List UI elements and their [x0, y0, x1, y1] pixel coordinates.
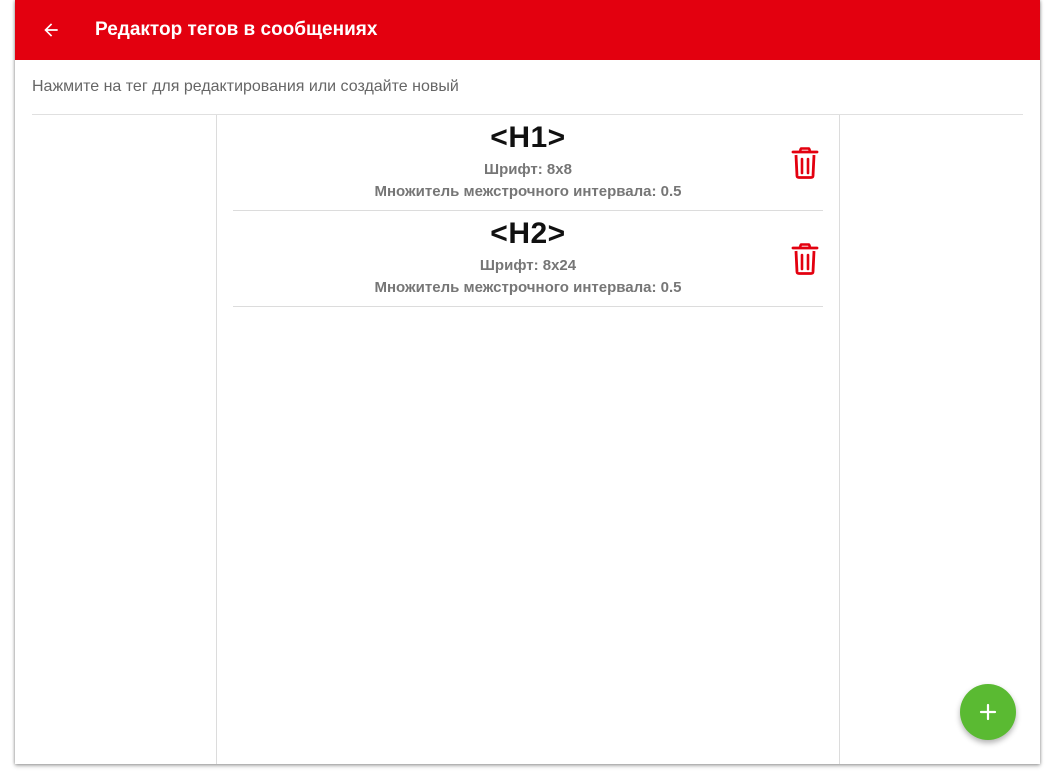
tag-line-spacing: Множитель межстрочного интервала: 0.5 — [374, 279, 682, 296]
tag-item-h1[interactable]: <H1> Шрифт: 8x8 Множитель межстрочного и… — [233, 115, 823, 211]
arrow-left-icon — [44, 23, 58, 37]
app-window: Редактор тегов в сообщениях Нажмите на т… — [15, 0, 1040, 764]
tag-list: <H1> Шрифт: 8x8 Множитель межстрочного и… — [216, 115, 840, 764]
page-title: Редактор тегов в сообщениях — [95, 19, 378, 40]
plus-icon — [979, 703, 997, 721]
tag-name: <H2> — [490, 217, 566, 250]
app-bar: Редактор тегов в сообщениях — [15, 0, 1040, 60]
trash-icon — [791, 147, 819, 179]
trash-icon — [791, 243, 819, 275]
back-button[interactable] — [21, 0, 81, 60]
hint-text: Нажмите на тег для редактирования или со… — [32, 78, 459, 95]
tag-font: Шрифт: 8x8 — [484, 161, 572, 178]
tag-font: Шрифт: 8x24 — [479, 257, 577, 274]
add-tag-button[interactable] — [960, 684, 1016, 740]
tag-name: <H1> — [490, 121, 566, 154]
delete-tag-button[interactable] — [789, 241, 821, 277]
delete-tag-button[interactable] — [789, 145, 821, 181]
tag-item-h2[interactable]: <H2> Шрифт: 8x24 Множитель межстрочного … — [233, 211, 823, 307]
tag-line-spacing: Множитель межстрочного интервала: 0.5 — [374, 183, 682, 200]
